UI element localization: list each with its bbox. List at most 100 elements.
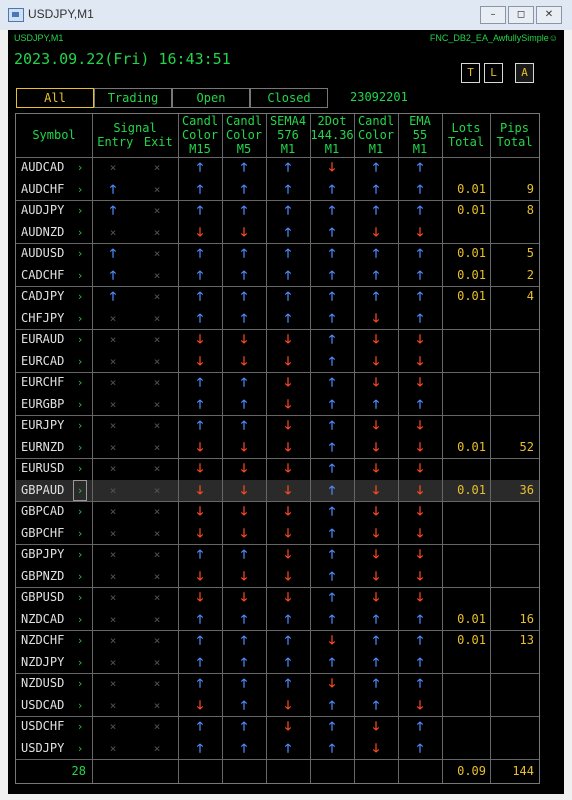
row-symbol[interactable]: AUDCAD xyxy=(18,157,81,178)
table-row[interactable]: GBPCHF › × × 🡓 🡓 🡓 🡑 🡓 🡓 xyxy=(16,523,539,544)
table-row[interactable]: USDCHF › × × 🡑 🡑 🡓 🡑 🡓 🡑 xyxy=(16,716,539,737)
chevron-right-icon[interactable]: › xyxy=(74,308,86,329)
tab-trading[interactable]: Trading xyxy=(94,88,172,108)
chevron-right-icon[interactable]: › xyxy=(74,372,86,393)
row-symbol[interactable]: EURJPY xyxy=(18,415,81,436)
arrow-down-icon: 🡓 xyxy=(284,396,292,411)
chevron-right-icon[interactable]: › xyxy=(74,200,86,221)
row-symbol[interactable]: CHFJPY xyxy=(18,308,81,329)
row-symbol[interactable]: GBPUSD xyxy=(18,587,81,608)
chevron-right-icon[interactable]: › xyxy=(74,630,86,651)
chevron-right-icon[interactable]: › xyxy=(74,523,86,544)
table-row[interactable]: EURGBP › × × 🡑 🡑 🡓 🡑 🡑 🡑 xyxy=(16,394,539,415)
row-symbol[interactable]: USDCAD xyxy=(18,695,81,716)
table-row[interactable]: AUDCHF › 🡑 × 🡑 🡑 🡑 🡑 🡑 🡑 0.01 9 xyxy=(16,179,539,200)
chevron-right-icon[interactable]: › xyxy=(74,286,86,307)
row-symbol[interactable]: NZDCHF xyxy=(18,630,81,651)
chevron-right-icon[interactable]: › xyxy=(74,738,86,759)
chevron-right-icon[interactable]: › xyxy=(73,479,87,501)
table-row[interactable]: GBPCAD › × × 🡓 🡓 🡓 🡑 🡓 🡓 xyxy=(16,501,539,522)
row-symbol[interactable]: NZDUSD xyxy=(18,673,81,694)
chevron-right-icon[interactable]: › xyxy=(74,329,86,350)
table-row[interactable]: GBPAUD › × × 🡓 🡓 🡓 🡑 🡓 🡓 0.01 36 xyxy=(16,479,539,501)
table-row[interactable]: GBPNZD › × × 🡓 🡓 🡓 🡑 🡓 🡓 xyxy=(16,566,539,587)
row-symbol[interactable]: GBPJPY xyxy=(18,544,81,565)
row-symbol[interactable]: AUDJPY xyxy=(18,200,81,221)
window-titlebar[interactable]: USDJPY,M1 – ◻ ✕ xyxy=(0,0,572,30)
arrow-up-icon: 🡑 xyxy=(416,181,424,196)
row-symbol[interactable]: GBPNZD xyxy=(18,566,81,587)
row-symbol[interactable]: USDCHF xyxy=(18,716,81,737)
row-symbol[interactable]: EURCAD xyxy=(18,351,81,372)
table-row[interactable]: EURCHF › × × 🡑 🡑 🡓 🡑 🡓 🡓 xyxy=(16,372,539,393)
row-symbol[interactable]: AUDUSD xyxy=(18,243,81,264)
maximize-button[interactable]: ◻ xyxy=(508,6,534,24)
table-row[interactable]: EURJPY › × × 🡑 🡑 🡓 🡑 🡓 🡓 xyxy=(16,415,539,436)
chevron-right-icon[interactable]: › xyxy=(74,437,86,458)
table-row[interactable]: NZDCAD › × × 🡑 🡑 🡑 🡑 🡑 🡑 0.01 16 xyxy=(16,609,539,630)
row-symbol[interactable]: CADJPY xyxy=(18,286,81,307)
chevron-right-icon[interactable]: › xyxy=(74,458,86,479)
chevron-right-icon[interactable]: › xyxy=(74,652,86,673)
mode-button-t[interactable]: T xyxy=(461,63,480,83)
chevron-right-icon[interactable]: › xyxy=(74,243,86,264)
table-row[interactable]: CADCHF › 🡑 × 🡑 🡑 🡑 🡑 🡑 🡑 0.01 2 xyxy=(16,265,539,286)
table-row[interactable]: NZDJPY › × × 🡑 🡑 🡑 🡑 🡑 🡑 xyxy=(16,652,539,673)
row-symbol[interactable]: GBPCHF xyxy=(18,523,81,544)
row-symbol[interactable]: GBPCAD xyxy=(18,501,81,522)
row-symbol[interactable]: CADCHF xyxy=(18,265,81,286)
chevron-right-icon[interactable]: › xyxy=(74,673,86,694)
table-row[interactable]: EURAUD › × × 🡓 🡓 🡓 🡑 🡓 🡓 xyxy=(16,329,539,350)
row-symbol[interactable]: EURNZD xyxy=(18,437,81,458)
table-row[interactable]: EURNZD › × × 🡓 🡓 🡓 🡑 🡓 🡓 0.01 52 xyxy=(16,437,539,458)
chevron-right-icon[interactable]: › xyxy=(74,394,86,415)
row-symbol[interactable]: USDJPY xyxy=(18,738,81,759)
chevron-right-icon[interactable]: › xyxy=(74,566,86,587)
chevron-right-icon[interactable]: › xyxy=(74,415,86,436)
chevron-right-icon[interactable]: › xyxy=(74,501,86,522)
table-row[interactable]: AUDNZD › × × 🡓 🡓 🡑 🡑 🡓 🡓 xyxy=(16,222,539,243)
chevron-right-icon[interactable]: › xyxy=(74,716,86,737)
table-row[interactable]: GBPUSD › × × 🡓 🡓 🡓 🡑 🡓 🡓 xyxy=(16,587,539,608)
table-row[interactable]: NZDUSD › × × 🡑 🡑 🡑 🡓 🡑 🡑 xyxy=(16,673,539,694)
tab-closed[interactable]: Closed xyxy=(250,88,328,108)
table-row[interactable]: AUDUSD › 🡑 × 🡑 🡑 🡑 🡑 🡑 🡑 0.01 5 xyxy=(16,243,539,264)
table-row[interactable]: CHFJPY › × × 🡑 🡑 🡑 🡑 🡓 🡑 xyxy=(16,308,539,329)
row-symbol[interactable]: EURUSD xyxy=(18,458,81,479)
table-row[interactable]: AUDJPY › 🡑 × 🡑 🡑 🡑 🡑 🡑 🡑 0.01 8 xyxy=(16,200,539,221)
tab-all[interactable]: All xyxy=(16,88,94,108)
row-symbol[interactable]: AUDNZD xyxy=(18,222,81,243)
close-button[interactable]: ✕ xyxy=(536,6,562,24)
minimize-button[interactable]: – xyxy=(480,6,506,24)
mode-button-l[interactable]: L xyxy=(484,63,503,83)
table-row[interactable]: USDJPY › × × 🡑 🡑 🡑 🡑 🡓 🡑 xyxy=(16,738,539,759)
row-symbol[interactable]: EURGBP xyxy=(18,394,81,415)
grid-column-divider xyxy=(490,114,491,783)
table-row[interactable]: NZDCHF › × × 🡑 🡑 🡑 🡓 🡑 🡑 0.01 13 xyxy=(16,630,539,651)
chevron-right-icon[interactable]: › xyxy=(74,609,86,630)
row-symbol[interactable]: NZDCAD xyxy=(18,609,81,630)
row-symbol[interactable]: AUDCHF xyxy=(18,179,81,200)
table-row[interactable]: CADJPY › 🡑 × 🡑 🡑 🡑 🡑 🡑 🡑 0.01 4 xyxy=(16,286,539,307)
table-row[interactable]: USDCAD › × × 🡓 🡑 🡓 🡑 🡑 🡓 xyxy=(16,695,539,716)
row-symbol[interactable]: NZDJPY xyxy=(18,652,81,673)
table-row[interactable]: EURUSD › × × 🡓 🡓 🡓 🡑 🡓 🡓 xyxy=(16,458,539,479)
chart-area[interactable]: USDJPY,M1 FNC_DB2_EA_AwfullySimple☺ 2023… xyxy=(8,30,564,794)
table-row[interactable]: EURCAD › × × 🡓 🡓 🡓 🡑 🡓 🡓 xyxy=(16,351,539,372)
chevron-right-icon[interactable]: › xyxy=(74,179,86,200)
chevron-right-icon[interactable]: › xyxy=(74,544,86,565)
mode-button-a[interactable]: A xyxy=(515,63,534,83)
table-row[interactable]: AUDCAD › × × 🡑 🡑 🡑 🡓 🡑 🡑 xyxy=(16,157,539,178)
table-row[interactable]: GBPJPY › × × 🡑 🡑 🡓 🡑 🡓 🡓 xyxy=(16,544,539,565)
row-symbol[interactable]: EURAUD xyxy=(18,329,81,350)
row-symbol[interactable]: GBPAUD xyxy=(18,480,81,501)
chevron-right-icon[interactable]: › xyxy=(74,265,86,286)
chevron-right-icon[interactable]: › xyxy=(74,695,86,716)
chevron-right-icon[interactable]: › xyxy=(74,157,86,178)
tab-open[interactable]: Open xyxy=(172,88,250,108)
chevron-right-icon[interactable]: › xyxy=(74,587,86,608)
chevron-right-icon[interactable]: › xyxy=(74,222,86,243)
chevron-right-icon[interactable]: › xyxy=(74,351,86,372)
row-symbol[interactable]: EURCHF xyxy=(18,372,81,393)
row-lots xyxy=(442,308,486,329)
